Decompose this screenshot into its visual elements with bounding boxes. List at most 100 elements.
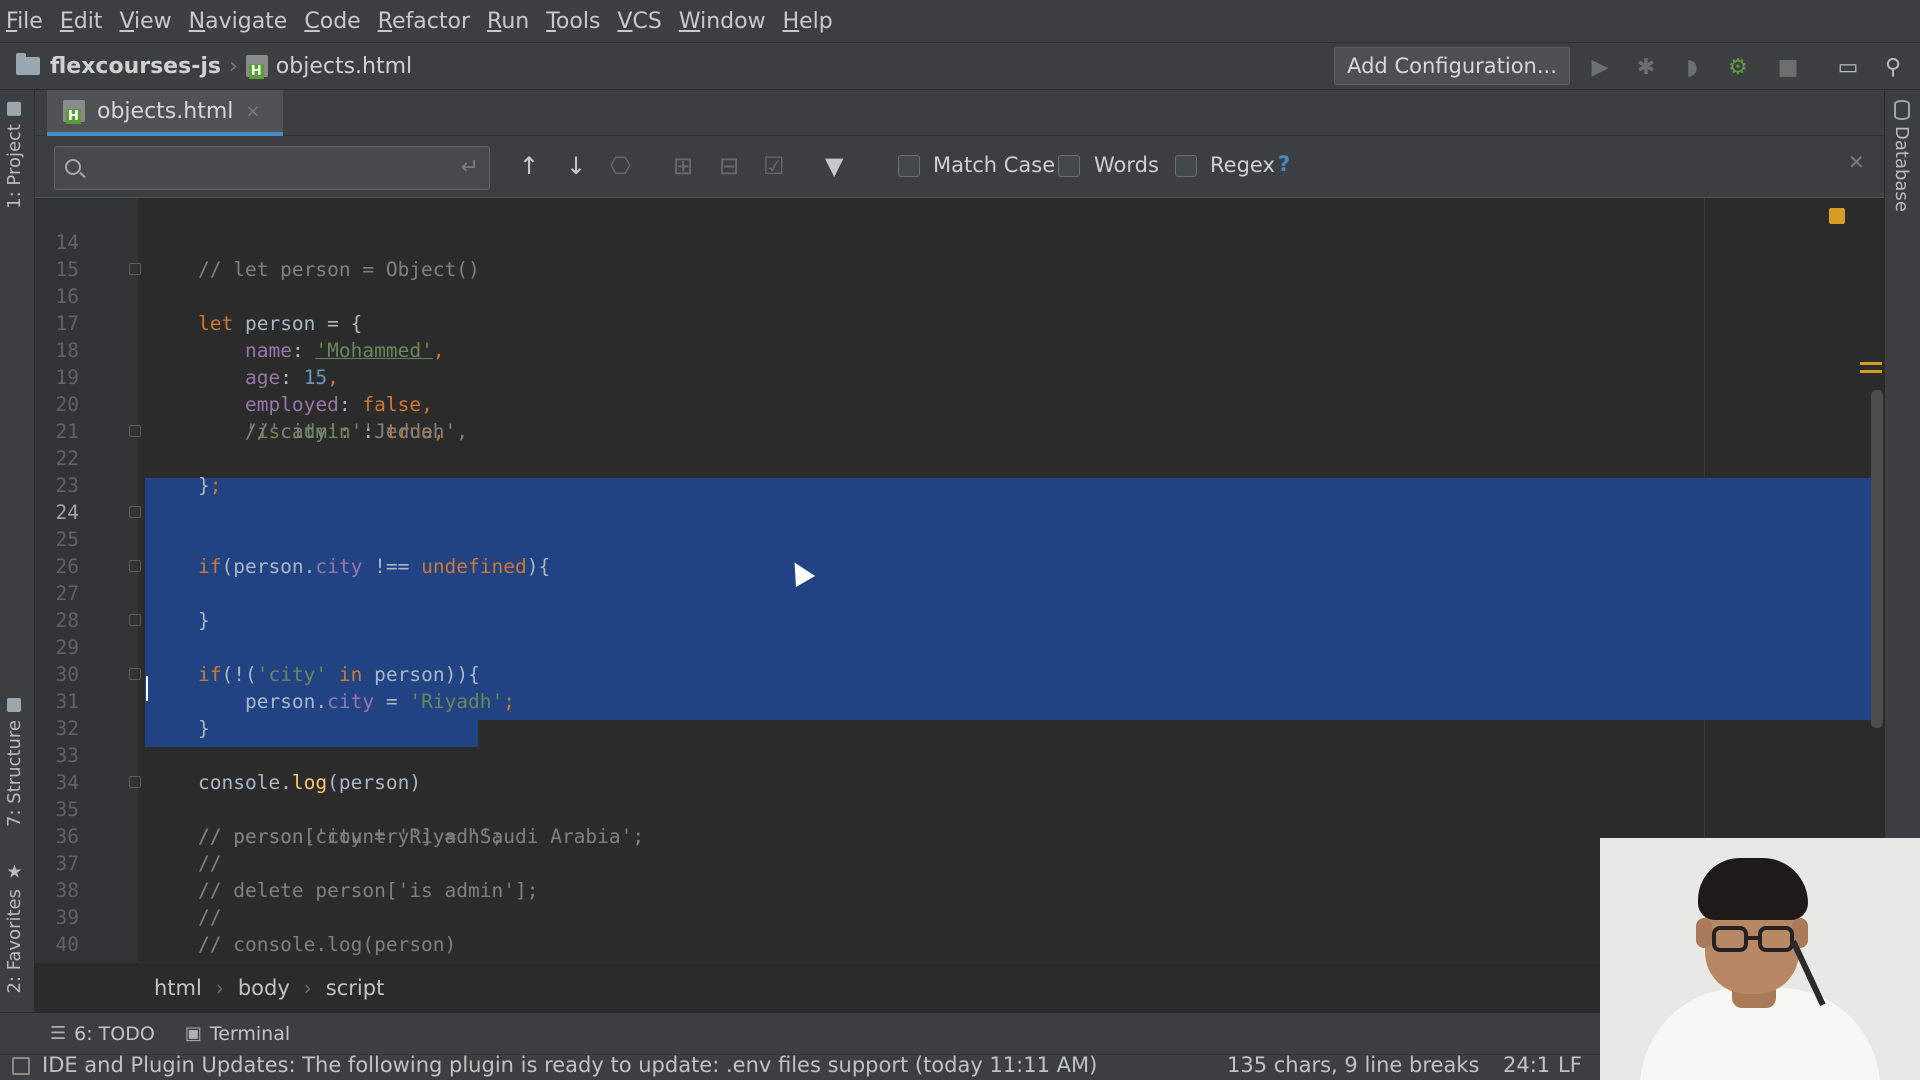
menu-run[interactable]: Run xyxy=(487,9,529,34)
terminal-tool-button[interactable]: ▣ Terminal xyxy=(185,1023,290,1045)
error-stripe-mark[interactable] xyxy=(1860,362,1882,365)
breadcrumb-html[interactable]: html xyxy=(154,976,202,1000)
menu-help[interactable]: Help xyxy=(783,9,833,34)
tool-window-toggle-icon[interactable] xyxy=(12,1057,30,1075)
code-line: 16 let person = { xyxy=(35,256,1884,335)
profile-icon[interactable]: ⚙ xyxy=(1724,53,1752,81)
filter-icon[interactable]: ▼ xyxy=(825,152,843,180)
todo-tool-button[interactable]: ☰ 6: TODO xyxy=(50,1023,155,1045)
project-structure-icon[interactable]: ▭ xyxy=(1834,53,1862,81)
menu-edit[interactable]: Edit xyxy=(60,9,103,34)
database-tool-label: Database xyxy=(1891,126,1912,212)
match-case-label[interactable]: Match Case xyxy=(933,153,1055,177)
menu-window[interactable]: Window xyxy=(679,9,766,34)
run-icon[interactable]: ▶ xyxy=(1586,53,1614,81)
select-all-occurrences-icon[interactable]: ☑ xyxy=(763,152,785,180)
words-label[interactable]: Words xyxy=(1094,153,1159,177)
new-line-icon[interactable]: ↵ xyxy=(461,155,479,180)
tab-objects-html[interactable]: objects.html × xyxy=(47,90,283,136)
add-occurrence-icon[interactable]: ⊞ xyxy=(673,152,693,180)
code-line: 25 if(person.city !== undefined){ xyxy=(35,499,1884,578)
code-line: 27 } xyxy=(35,553,1884,632)
nav-file-crumb[interactable]: objects.html xyxy=(245,54,412,79)
todo-list-icon: ☰ xyxy=(50,1023,67,1044)
error-stripe-mark[interactable] xyxy=(1860,370,1882,373)
regex-label[interactable]: Regex xyxy=(1210,153,1275,177)
todo-label: 6: TODO xyxy=(74,1022,155,1045)
remove-occurrence-icon[interactable]: ⊟ xyxy=(719,152,739,180)
add-configuration-button[interactable]: Add Configuration... xyxy=(1334,47,1570,85)
webcam-overlay xyxy=(1600,838,1920,1080)
search-icon[interactable] xyxy=(65,159,81,175)
html-file-icon xyxy=(63,100,85,124)
nav-project-crumb[interactable]: flexcourses-js xyxy=(16,53,221,79)
code-line: 26 xyxy=(55,555,79,578)
menu-code[interactable]: Code xyxy=(304,9,360,34)
find-close-icon[interactable]: ✕ xyxy=(1848,150,1865,174)
project-tool-tab[interactable]: 1: Project xyxy=(4,102,25,209)
coverage-icon[interactable]: ◗ xyxy=(1678,53,1706,81)
code-line: 28 xyxy=(55,609,79,632)
code-line: 36// person['country'] = 'Saudi Arabia'; xyxy=(55,825,645,848)
code-line: 17 name: 'Mohammed', xyxy=(55,312,445,362)
code-line: 22 }; xyxy=(35,418,1884,497)
fold-marker-icon[interactable] xyxy=(129,668,141,680)
fold-marker-icon[interactable] xyxy=(129,263,141,275)
fold-marker-icon[interactable] xyxy=(129,614,141,626)
folder-icon xyxy=(16,53,40,75)
words-checkbox[interactable] xyxy=(1058,155,1080,177)
presenter-ear xyxy=(1696,918,1712,948)
previous-occurrence-icon[interactable]: ↑ xyxy=(519,152,539,180)
status-message[interactable]: IDE and Plugin Updates: The following pl… xyxy=(42,1053,1097,1077)
structure-tool-tab[interactable]: 7: Structure xyxy=(4,698,25,827)
line-separator[interactable]: LF xyxy=(1558,1053,1582,1077)
find-search-input[interactable] xyxy=(99,153,439,183)
debug-icon[interactable]: ✱ xyxy=(1632,53,1660,81)
menu-vcs[interactable]: VCS xyxy=(617,9,661,34)
tab-close-icon[interactable]: × xyxy=(245,101,260,122)
code-line: 24 xyxy=(55,501,79,524)
fold-marker-icon[interactable] xyxy=(129,506,141,518)
favorites-tool-label: 2: Favorites xyxy=(4,889,25,994)
terminal-label: Terminal xyxy=(209,1022,291,1045)
search-everywhere-icon[interactable]: ⚲ xyxy=(1879,53,1907,81)
caret-position[interactable]: 24:1 xyxy=(1503,1053,1550,1077)
code-line: 21 //'city': 'Jeddah', xyxy=(55,420,469,443)
terminal-icon: ▣ xyxy=(184,1023,202,1044)
menu-tools[interactable]: Tools xyxy=(546,9,600,34)
presenter-hair xyxy=(1698,858,1808,920)
breadcrumb-separator-icon: › xyxy=(303,975,312,1000)
fold-marker-icon[interactable] xyxy=(129,425,141,437)
breadcrumb-body[interactable]: body xyxy=(238,976,290,1000)
fold-marker-icon[interactable] xyxy=(129,560,141,572)
project-tool-icon xyxy=(7,102,22,116)
right-tool-strip: Database xyxy=(1884,90,1920,850)
menu-file[interactable]: File xyxy=(6,9,43,34)
code-line: 29 if(!('city' in person)){ xyxy=(35,607,1884,686)
regex-checkbox[interactable] xyxy=(1175,155,1197,177)
next-occurrence-icon[interactable]: ↓ xyxy=(566,152,586,180)
menu-navigate[interactable]: Navigate xyxy=(189,9,288,34)
editor-scrollbar[interactable] xyxy=(1871,390,1883,728)
match-case-checkbox[interactable] xyxy=(898,155,920,177)
breadcrumb-script[interactable]: script xyxy=(326,976,385,1000)
menu-refactor[interactable]: Refactor xyxy=(378,9,470,34)
project-tool-label: 1: Project xyxy=(4,124,25,209)
analysis-warning-icon[interactable] xyxy=(1829,208,1845,224)
database-tool-tab[interactable]: Database xyxy=(1891,100,1912,212)
nav-project-name: flexcourses-js xyxy=(50,53,221,79)
code-line: 14 xyxy=(55,231,79,254)
favorites-tool-tab[interactable]: 2: Favorites ★ xyxy=(4,862,25,994)
fold-marker-icon[interactable] xyxy=(129,776,141,788)
code-line: 19 employed: false, xyxy=(55,366,433,416)
menu-view[interactable]: View xyxy=(119,9,171,34)
structure-tool-icon xyxy=(7,698,22,712)
left-tool-strip: 1: Project 7: Structure 2: Favorites ★ xyxy=(0,90,35,1040)
find-all-occurrences-icon[interactable]: ⎔ xyxy=(610,152,631,180)
stop-icon[interactable]: ■ xyxy=(1774,53,1802,81)
breadcrumb-separator-icon: › xyxy=(215,975,224,1000)
code-line: 30 person.city = 'Riyadh'; xyxy=(55,663,516,713)
glasses-icon xyxy=(1712,926,1748,952)
code-line: 23 xyxy=(55,474,79,497)
regex-help-icon[interactable]: ? xyxy=(1278,152,1290,176)
